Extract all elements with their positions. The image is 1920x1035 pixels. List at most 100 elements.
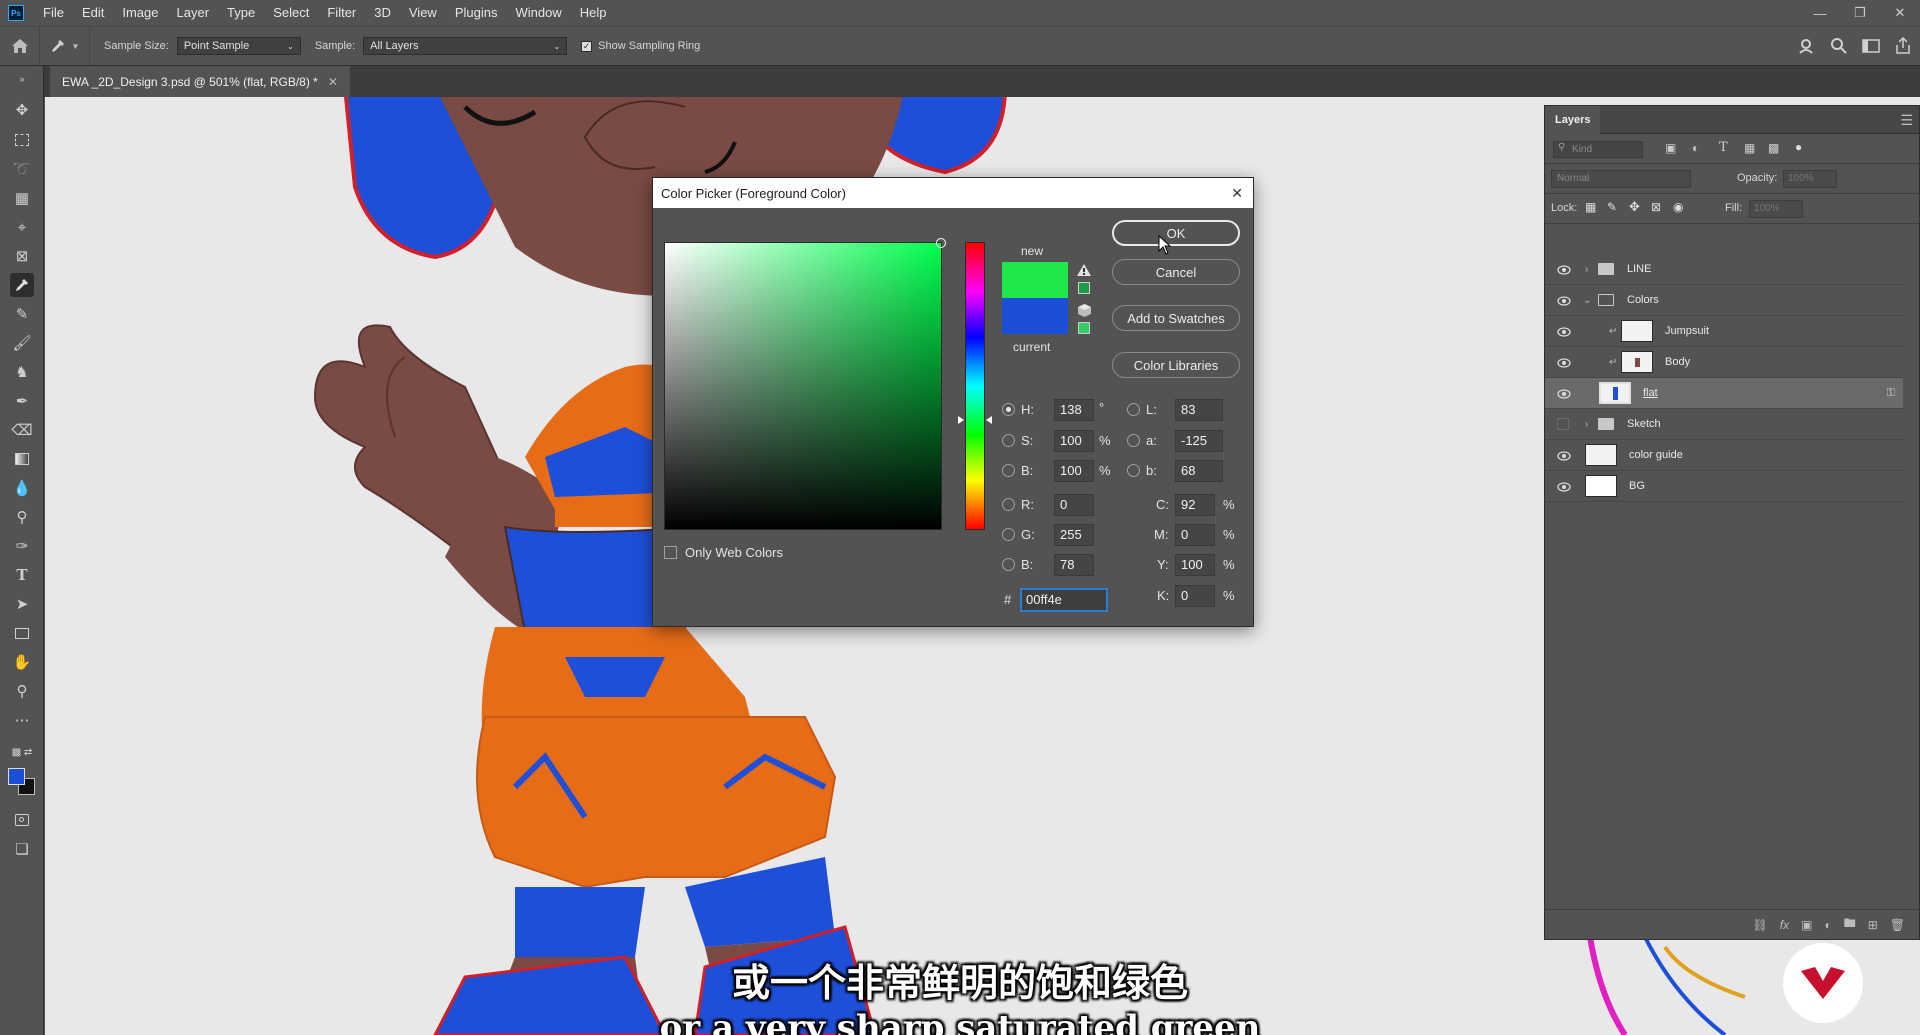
menu-image[interactable]: Image — [113, 0, 167, 26]
lab-l-radio[interactable] — [1127, 403, 1140, 416]
edit-toolbar-icon[interactable]: ⋯ — [10, 708, 34, 732]
filter-kind-select[interactable]: Kind — [1553, 141, 1643, 158]
menu-edit[interactable]: Edit — [73, 0, 113, 26]
screen-mode-icon[interactable]: ❏ — [10, 837, 34, 861]
fill-field[interactable]: 100% — [1749, 200, 1803, 218]
layers-tab[interactable]: Layers — [1545, 106, 1601, 134]
saturation-field[interactable]: 100 — [1054, 430, 1094, 452]
lab-b-field[interactable]: 68 — [1175, 460, 1223, 482]
lab-a-radio[interactable] — [1127, 434, 1140, 447]
magenta-field[interactable]: 0 — [1175, 524, 1215, 546]
adjustment-layer-icon[interactable]: ◐ — [1824, 918, 1831, 932]
hue-radio[interactable] — [1002, 403, 1015, 416]
tool-preset-picker[interactable]: ▼ — [40, 27, 90, 65]
brush-tool-icon[interactable]: 🖌 — [10, 331, 34, 355]
crop-tool-icon[interactable]: ⌖ — [10, 215, 34, 239]
green-field[interactable]: 255 — [1054, 524, 1094, 546]
hand-tool-icon[interactable]: ✋ — [10, 650, 34, 674]
layer-row-body[interactable]: ↵ Body — [1545, 347, 1903, 378]
red-radio[interactable] — [1002, 498, 1015, 511]
menu-select[interactable]: Select — [264, 0, 318, 26]
quick-mask-icon[interactable] — [10, 808, 34, 832]
blend-mode-select[interactable]: Normal — [1551, 170, 1691, 188]
color-field-marker[interactable] — [936, 238, 946, 248]
visibility-eye-icon[interactable] — [1557, 326, 1571, 337]
link-layers-icon[interactable]: ⛓ — [1753, 918, 1768, 932]
close-window-icon[interactable]: ✕ — [1880, 0, 1920, 26]
chevron-right-icon[interactable]: › — [1585, 264, 1588, 275]
brightness-field[interactable]: 100 — [1054, 460, 1094, 482]
menu-layer[interactable]: Layer — [168, 0, 219, 26]
frame-tool-icon[interactable]: ⊠ — [10, 244, 34, 268]
minimize-icon[interactable]: — — [1800, 0, 1840, 26]
panel-menu-icon[interactable]: ☰ — [1900, 112, 1913, 129]
lab-a-field[interactable]: -125 — [1175, 430, 1223, 452]
web-safe-color-swatch[interactable] — [1078, 322, 1090, 334]
menu-plugins[interactable]: Plugins — [446, 0, 507, 26]
home-button[interactable] — [0, 27, 40, 65]
layer-row-colors[interactable]: ⌄ Colors — [1545, 285, 1903, 316]
opacity-field[interactable]: 100% — [1783, 170, 1837, 188]
blue-radio[interactable] — [1002, 558, 1015, 571]
healing-brush-tool-icon[interactable]: ✎ — [10, 302, 34, 326]
show-sampling-ring-checkbox[interactable]: ✓ — [581, 40, 593, 52]
blue-field[interactable]: 78 — [1054, 554, 1094, 576]
share-profile-icon[interactable] — [1798, 37, 1816, 55]
delete-layer-icon[interactable]: 🗑 — [1890, 918, 1905, 932]
move-tool-icon[interactable]: ✥ — [10, 98, 34, 122]
layer-row-jumpsuit[interactable]: ↵ Jumpsuit — [1545, 316, 1903, 347]
type-filter-icon[interactable]: T — [1719, 140, 1728, 155]
lock-position-icon[interactable]: ✥ — [1629, 199, 1640, 215]
path-selection-tool-icon[interactable]: ➤ — [10, 592, 34, 616]
default-colors-icon[interactable]: ▩ ⇄ — [10, 746, 34, 758]
document-tab[interactable]: EWA _2D_Design 3.psd @ 501% (flat, RGB/8… — [50, 66, 350, 97]
chevron-down-icon[interactable]: ⌄ — [1583, 295, 1591, 306]
visibility-eye-icon[interactable] — [1557, 264, 1571, 275]
restore-icon[interactable]: ❐ — [1840, 0, 1880, 26]
yellow-field[interactable]: 100 — [1175, 554, 1215, 576]
gradient-tool-icon[interactable] — [10, 447, 34, 471]
blur-tool-icon[interactable]: 💧 — [10, 476, 34, 500]
layer-style-icon[interactable]: fx — [1780, 918, 1789, 932]
layer-lock-icon[interactable]: ⚿ — [1887, 387, 1895, 400]
color-libraries-button[interactable]: Color Libraries — [1112, 352, 1240, 378]
sample-size-select[interactable]: Point Sample ⌄ — [176, 37, 301, 55]
lock-transparent-icon[interactable]: ▦ — [1585, 200, 1596, 214]
close-tab-icon[interactable]: ✕ — [328, 75, 338, 89]
brightness-radio[interactable] — [1002, 464, 1015, 477]
layer-row-flat[interactable]: flat ⚿ — [1545, 378, 1903, 409]
layer-row-sketch[interactable]: › Sketch — [1545, 409, 1903, 440]
rectangle-tool-icon[interactable] — [10, 621, 34, 645]
close-dialog-icon[interactable]: ✕ — [1231, 185, 1243, 202]
hue-slider-right-arrow-icon[interactable] — [986, 416, 992, 424]
type-tool-icon[interactable]: T — [10, 563, 34, 587]
marquee-tool-icon[interactable] — [10, 128, 34, 152]
layer-row-bg[interactable]: BG — [1545, 471, 1903, 502]
foreground-color-swatch[interactable] — [8, 768, 25, 785]
layer-row-color-guide[interactable]: color guide — [1545, 440, 1903, 471]
add-to-swatches-button[interactable]: Add to Swatches — [1112, 305, 1240, 331]
menu-file[interactable]: File — [34, 0, 73, 26]
stamp-tool-icon[interactable]: ♞ — [10, 360, 34, 384]
only-web-colors-checkbox[interactable] — [664, 546, 677, 559]
visibility-eye-icon[interactable] — [1557, 388, 1571, 399]
black-field[interactable]: 0 — [1175, 585, 1215, 607]
menu-view[interactable]: View — [400, 0, 446, 26]
workspace-icon[interactable] — [1862, 38, 1880, 54]
out-of-gamut-warning-icon[interactable] — [1077, 264, 1091, 276]
new-layer-icon[interactable]: ⊞ — [1868, 918, 1878, 932]
red-field[interactable]: 0 — [1054, 494, 1094, 516]
visibility-eye-icon[interactable] — [1557, 450, 1571, 461]
menu-window[interactable]: Window — [506, 0, 570, 26]
menu-filter[interactable]: Filter — [318, 0, 365, 26]
visibility-eye-icon[interactable] — [1557, 481, 1571, 492]
sample-select[interactable]: All Layers ⌄ — [363, 37, 568, 55]
menu-help[interactable]: Help — [571, 0, 616, 26]
lock-all-icon[interactable]: ◉ — [1673, 200, 1683, 214]
adjustment-filter-icon[interactable]: ◐ — [1692, 141, 1699, 155]
lab-l-field[interactable]: 83 — [1175, 399, 1223, 421]
menu-type[interactable]: Type — [218, 0, 264, 26]
share-icon[interactable] — [1894, 37, 1912, 55]
layer-row-line[interactable]: › LINE — [1545, 254, 1903, 285]
ok-button[interactable]: OK — [1112, 220, 1240, 246]
